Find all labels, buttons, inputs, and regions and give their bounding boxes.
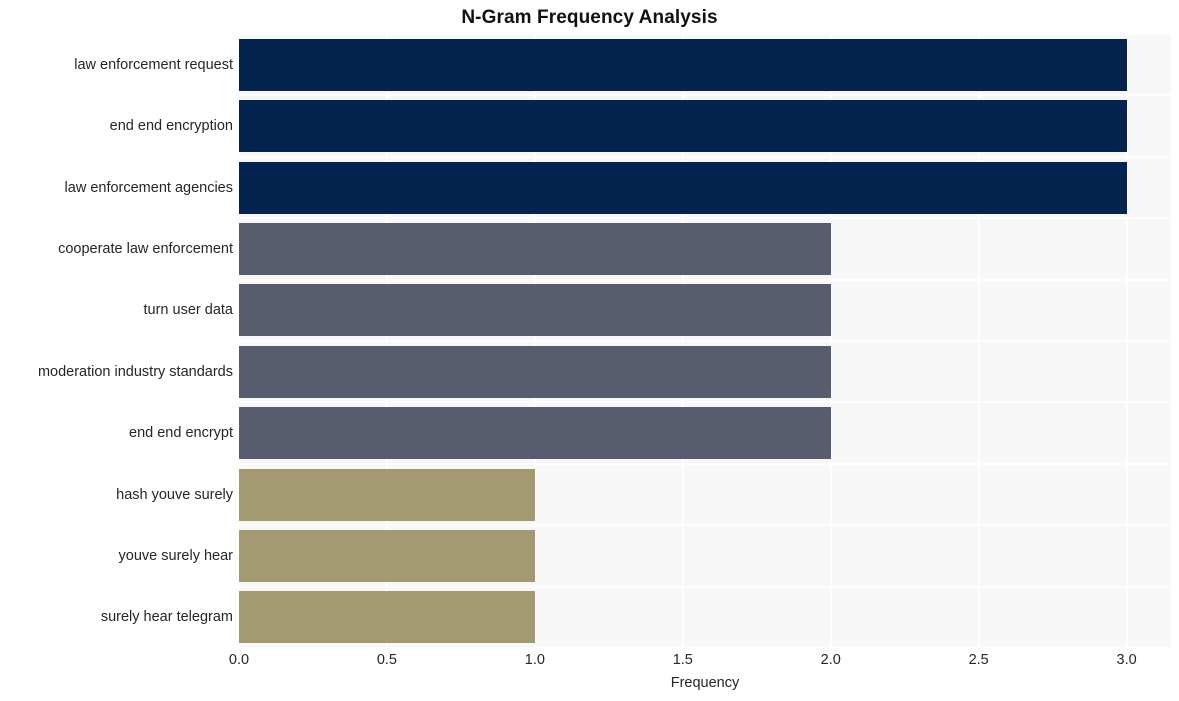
y-tick-label: end end encrypt: [129, 425, 233, 442]
bar[interactable]: [239, 222, 831, 275]
y-tick-label: youve surely hear: [118, 547, 233, 564]
y-tick-label: end end encryption: [109, 118, 233, 135]
y-tick-label: moderation industry standards: [37, 363, 233, 380]
bar[interactable]: [239, 345, 831, 398]
bar[interactable]: [239, 38, 1127, 91]
y-tick-label: hash youve surely: [116, 486, 233, 503]
bar[interactable]: [239, 591, 535, 644]
x-axis-ticks: 0.0 0.5 1.0 1.5 2.0 2.5 3.0: [229, 652, 1171, 674]
y-tick-label: surely hear telegram: [100, 609, 233, 626]
bar[interactable]: [239, 529, 535, 582]
chart-title: N-Gram Frequency Analysis: [461, 7, 718, 28]
bar[interactable]: [239, 161, 1127, 214]
y-axis: law enforcement request end end encryptio…: [0, 34, 233, 648]
bar[interactable]: [239, 100, 1127, 153]
x-tick-label: 0.0: [228, 652, 250, 668]
x-tick-label: 1.0: [524, 652, 545, 668]
x-tick-label: 0.5: [376, 652, 398, 668]
bar[interactable]: [239, 407, 831, 460]
y-tick-label: law enforcement request: [74, 56, 233, 73]
bar[interactable]: [239, 284, 831, 337]
plot-area: [238, 33, 1171, 649]
x-tick-label: 1.5: [672, 652, 693, 668]
x-tick-label: 2.0: [820, 652, 841, 668]
bars-container: [239, 34, 1171, 648]
y-tick-label: cooperate law enforcement: [58, 240, 233, 257]
x-tick-label: 2.5: [968, 652, 989, 668]
x-tick-label: 3.0: [1116, 652, 1137, 668]
y-tick-label: law enforcement agencies: [64, 179, 233, 196]
y-tick-label: turn user data: [143, 302, 233, 319]
chart-figure: N-Gram Frequency Analysis law enforcemen…: [0, 0, 1179, 701]
bar[interactable]: [239, 468, 535, 521]
x-axis-title: Frequency: [670, 675, 740, 691]
